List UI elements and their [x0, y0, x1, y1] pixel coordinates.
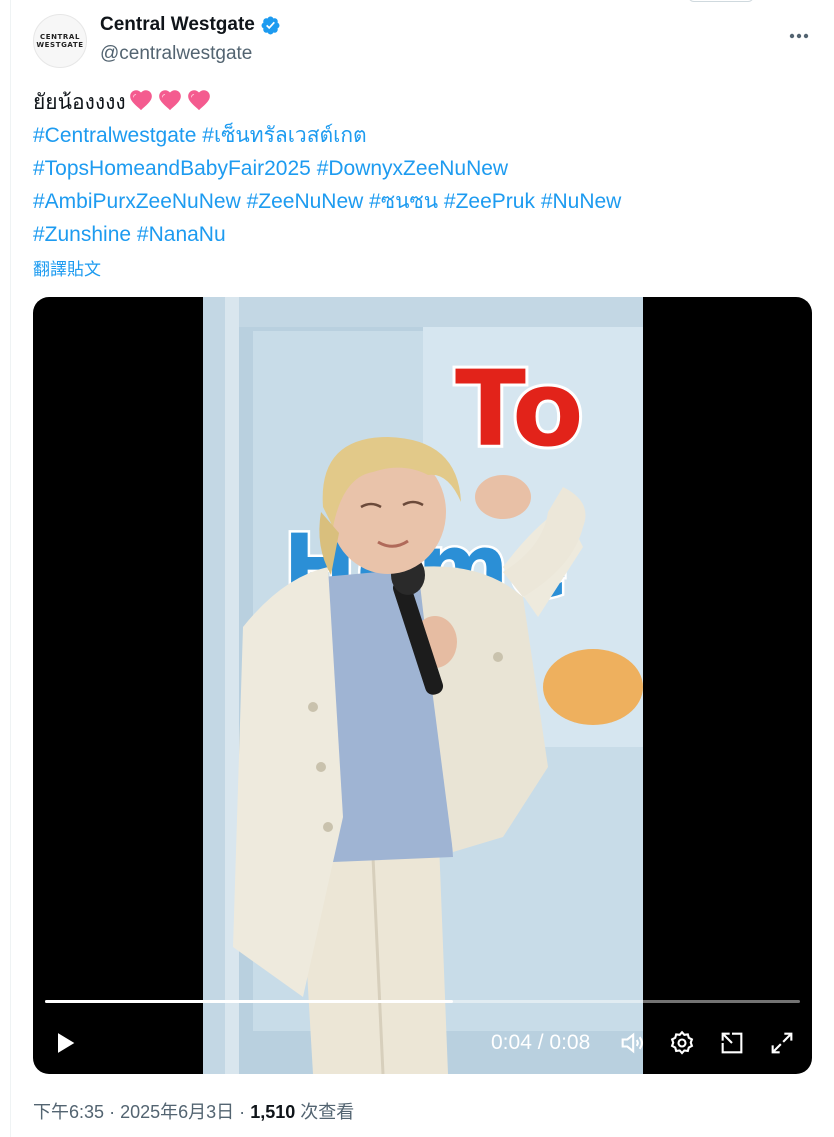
pink-heart-icon: [158, 90, 181, 111]
video-still: To Home: [203, 297, 643, 1074]
sign-text-tops: To: [455, 348, 584, 470]
hashtag-link[interactable]: #DownyxZeeNuNew: [317, 157, 508, 180]
author-name-row: Central Westgate: [100, 14, 281, 36]
heart-emojis: [128, 87, 212, 113]
avatar[interactable]: CENTRAL WESTGATE: [33, 14, 87, 68]
translate-post-link[interactable]: 翻譯貼文: [33, 255, 101, 280]
hashtag-link[interactable]: #เซ็นทรัลเวสต์เกต: [202, 124, 366, 147]
volume-icon[interactable]: [618, 1029, 646, 1057]
hashtag-link[interactable]: #ZeeNuNew: [247, 190, 364, 213]
verified-badge-icon: [260, 15, 281, 36]
tweet-line-1: ยัยน้องงงง: [33, 86, 793, 119]
video-frame[interactable]: To Home: [203, 297, 643, 1074]
tweet-text: ยัยน้องงงง #Centralwestgate #เซ็นทรัลเวส…: [33, 86, 793, 251]
settings-gear-icon[interactable]: [668, 1029, 696, 1057]
video-progress-bar[interactable]: [45, 1000, 800, 1003]
avatar-text-2: WESTGATE: [36, 41, 84, 49]
tweet-time[interactable]: 下午6:35: [33, 1102, 104, 1122]
hashtag-link[interactable]: #NuNew: [541, 190, 622, 213]
views-label: 次查看: [300, 1102, 355, 1122]
meta-dot: ·: [109, 1102, 116, 1122]
tweet-line-2: #Centralwestgate #เซ็นทรัลเวสต์เกต: [33, 119, 793, 152]
timeline-border: [10, 0, 11, 1137]
hashtag-link[interactable]: #AmbiPurxZeeNuNew: [33, 190, 241, 213]
author-display-name[interactable]: Central Westgate: [100, 14, 255, 36]
hashtag-link[interactable]: #TopsHomeandBabyFair2025: [33, 157, 311, 180]
top-button-edge[interactable]: [688, 0, 754, 2]
current-time: 0:04: [491, 1031, 532, 1054]
meta-dot: ·: [239, 1102, 246, 1122]
tweet-line-3: #TopsHomeandBabyFair2025 #DownyxZeeNuNew: [33, 152, 793, 185]
video-progress-fill: [45, 1000, 453, 1003]
hashtag-link[interactable]: #ซนซน: [369, 190, 438, 213]
tweet-line-4: #AmbiPurxZeeNuNew #ZeeNuNew #ซนซน #ZeePr…: [33, 185, 793, 218]
author-handle[interactable]: @centralwestgate: [100, 43, 252, 65]
video-time: 0:04 / 0:08: [491, 1029, 590, 1057]
avatar-text-1: CENTRAL: [39, 33, 81, 41]
tweet-line-5: #Zunshine #NanaNu: [33, 218, 793, 251]
hashtag-link[interactable]: #ZeePruk: [444, 190, 535, 213]
pink-heart-icon: [187, 90, 210, 111]
duration: 0:08: [549, 1031, 591, 1054]
tweet-header: CENTRAL WESTGATE Central Westgate @centr…: [33, 12, 813, 72]
video-controls: 0:04 / 0:08: [33, 1025, 812, 1063]
fullscreen-icon[interactable]: [768, 1029, 796, 1057]
play-icon[interactable]: [51, 1029, 79, 1057]
hashtag-link[interactable]: #Zunshine: [33, 223, 131, 246]
more-options-icon[interactable]: [785, 22, 813, 50]
pink-heart-icon: [129, 90, 152, 111]
tweet-meta: 下午6:35 · 2025年6月3日 · 1,510 次查看: [33, 1098, 354, 1124]
video-player[interactable]: To Home 0:04 / 0:08: [33, 297, 812, 1074]
time-separator: /: [537, 1031, 544, 1054]
views-count: 1,510: [250, 1102, 296, 1122]
hashtag-link[interactable]: #Centralwestgate: [33, 124, 196, 147]
picture-in-picture-icon[interactable]: [718, 1029, 746, 1057]
tweet-date[interactable]: 2025年6月3日: [120, 1102, 234, 1122]
hashtag-link[interactable]: #NanaNu: [137, 223, 226, 246]
tweet-text-thai: ยัยน้องงงง: [33, 91, 126, 114]
